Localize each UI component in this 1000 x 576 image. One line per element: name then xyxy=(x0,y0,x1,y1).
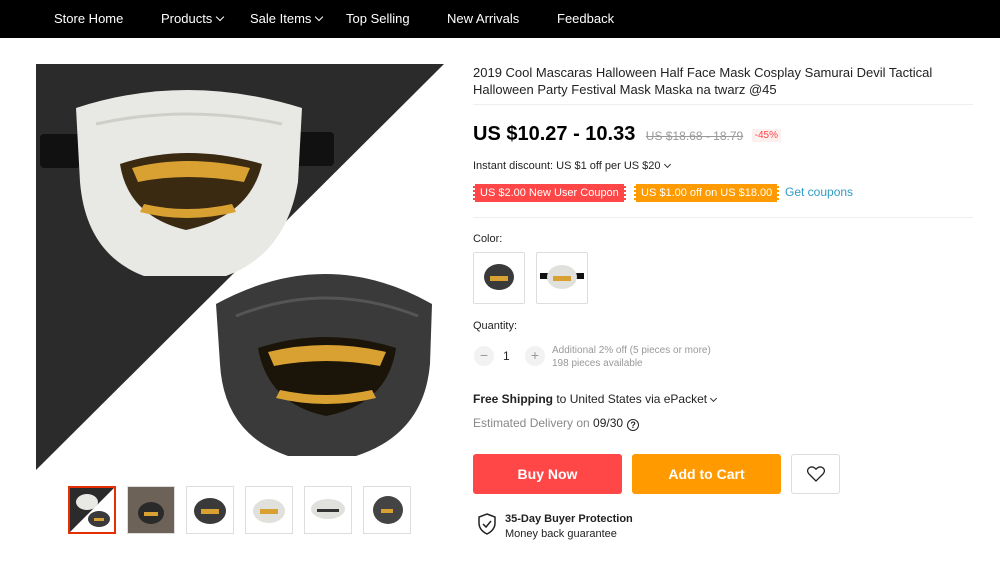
thumbnail-2[interactable] xyxy=(127,486,175,534)
shipping-info[interactable]: Free Shipping to United States via ePack… xyxy=(473,392,718,406)
add-to-cart-button[interactable]: Add to Cart xyxy=(632,454,781,494)
quantity-note: Additional 2% off (5 pieces or more) 198… xyxy=(552,344,711,370)
price: US $10.27 - 10.33 xyxy=(473,123,636,145)
free-shipping-label: Free Shipping xyxy=(473,392,554,406)
nav-top-selling[interactable]: Top Selling xyxy=(346,0,410,38)
heart-icon xyxy=(807,466,825,482)
divider xyxy=(473,104,973,105)
buy-now-button[interactable]: Buy Now xyxy=(473,454,622,494)
thumbnail-image xyxy=(253,499,285,523)
top-nav: Store Home Products Sale Items Top Selli… xyxy=(0,0,1000,38)
swatch-image xyxy=(540,265,584,289)
help-icon[interactable]: ? xyxy=(627,419,640,431)
main-product-image[interactable] xyxy=(36,64,444,470)
stock-note: 198 pieces available xyxy=(552,358,643,369)
shipping-destination: to United States via ePacket xyxy=(553,392,708,406)
thumbnail-image xyxy=(373,496,403,524)
nav-new-arrivals[interactable]: New Arrivals xyxy=(447,0,519,38)
store-coupon[interactable]: US $1.00 off on US $18.00 xyxy=(634,184,780,202)
product-title: 2019 Cool Mascaras Halloween Half Face M… xyxy=(473,65,933,97)
thumbnail-6[interactable] xyxy=(363,486,411,534)
discount-badge: -45% xyxy=(751,129,782,142)
estimated-delivery: Estimated Delivery on 09/30? xyxy=(473,416,640,431)
delivery-date: 09/30 xyxy=(593,416,624,430)
original-price: US $18.68 - 18.79 xyxy=(645,129,744,143)
new-user-coupon[interactable]: US $2.00 New User Coupon xyxy=(473,184,626,202)
instant-discount-text: Instant discount: US $1 off per US $20 xyxy=(473,160,661,172)
nav-store-home[interactable]: Store Home xyxy=(54,0,123,38)
thumbnail-image xyxy=(194,498,226,524)
bulk-discount-note: Additional 2% off (5 pieces or more) xyxy=(552,345,711,356)
nav-products-label: Products xyxy=(161,11,213,26)
quantity-decrease-button[interactable]: − xyxy=(474,346,494,366)
chevron-down-icon xyxy=(216,12,225,22)
thumbnail-image xyxy=(128,487,174,533)
instant-discount[interactable]: Instant discount: US $1 off per US $20 xyxy=(473,160,671,172)
quantity-increase-button[interactable]: + xyxy=(525,346,545,366)
quantity-label: Quantity: xyxy=(473,320,518,332)
buyer-protection-title: 35-Day Buyer Protection xyxy=(505,513,633,525)
thumbnail-image xyxy=(311,499,345,519)
color-option-black[interactable] xyxy=(473,252,525,304)
thumbnail-3[interactable] xyxy=(186,486,234,534)
nav-products[interactable]: Products xyxy=(161,0,225,38)
nav-sale-items[interactable]: Sale Items xyxy=(250,0,324,38)
chevron-down-icon xyxy=(663,160,671,169)
price-row: US $10.27 - 10.33 US $18.68 - 18.79 -45% xyxy=(473,123,782,146)
buyer-protection-subtitle: Money back guarantee xyxy=(505,528,617,540)
thumbnail-image xyxy=(70,488,114,532)
get-coupons-link[interactable]: Get coupons xyxy=(785,185,853,199)
color-option-white[interactable] xyxy=(536,252,588,304)
color-label: Color: xyxy=(473,233,503,245)
nav-feedback[interactable]: Feedback xyxy=(557,0,614,38)
divider xyxy=(473,217,973,218)
swatch-image xyxy=(484,264,514,290)
quantity-value[interactable]: 1 xyxy=(503,349,510,363)
product-photo xyxy=(36,64,444,470)
thumbnail-1[interactable] xyxy=(68,486,116,534)
nav-sale-items-label: Sale Items xyxy=(250,11,312,26)
chevron-down-icon xyxy=(315,12,324,22)
delivery-label: Estimated Delivery on xyxy=(473,416,594,430)
chevron-down-icon xyxy=(710,394,718,403)
thumbnail-4[interactable] xyxy=(245,486,293,534)
thumbnail-5[interactable] xyxy=(304,486,352,534)
wishlist-button[interactable] xyxy=(791,454,840,494)
shield-check-icon xyxy=(478,513,496,535)
